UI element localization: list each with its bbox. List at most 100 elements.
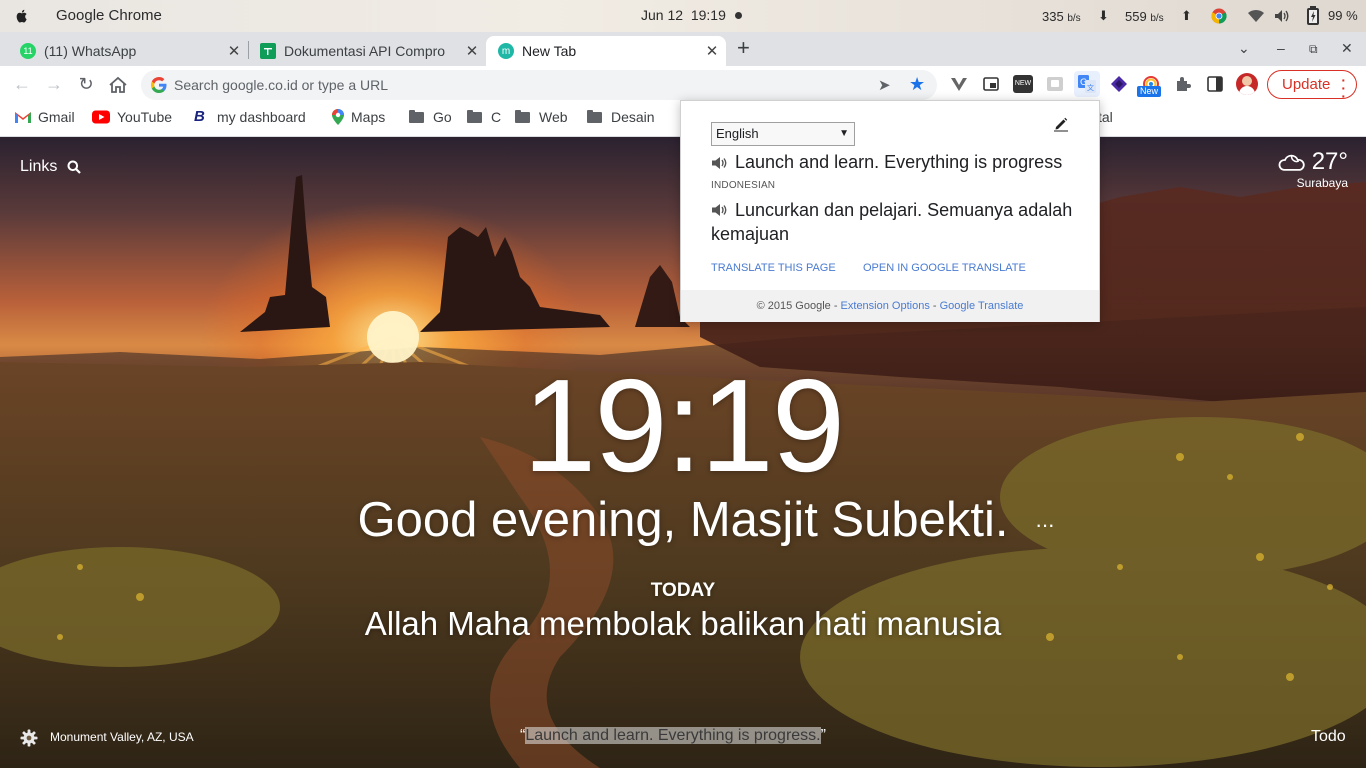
bookmark-label: YouTube [117,109,173,125]
weather-city: Surabaya [1296,176,1348,190]
gmail-icon [15,112,31,123]
tab-dokumentasi[interactable]: Dokumentasi API Compro ✕ [248,36,486,66]
tab-title: New Tab [522,43,577,59]
new-badge-extension-icon[interactable]: NEW [1013,75,1033,93]
new-tab-button[interactable]: + [737,37,750,59]
restore-button[interactable]: ⧉ [1309,42,1318,57]
gray-extension-icon[interactable] [1046,75,1064,93]
links-menu[interactable]: Links [20,158,82,176]
translate-this-page-link[interactable]: TRANSLATE THIS PAGE [711,262,836,274]
bookmark-folder-c[interactable]: C [467,109,501,125]
tab-new-tab[interactable]: m New Tab ✕ [486,36,726,66]
folder-icon [409,109,424,123]
folder-icon [515,109,530,123]
chrome-tray-icon[interactable] [1211,8,1227,24]
tab-whatsapp[interactable]: 11 (11) WhatsApp ✕ [8,36,248,66]
net-up-value: 335 [1042,9,1064,24]
greeting-text[interactable]: Good evening, Masjit Subekti. [0,492,1366,548]
speaker-icon[interactable] [711,155,729,171]
back-button[interactable]: ← [12,74,32,94]
system-date: Jun 12 [641,7,684,23]
bookmark-my-dashboard[interactable]: B my dashboard [194,109,306,125]
maps-icon [332,109,344,125]
close-window-button[interactable]: ✕ [1341,40,1353,57]
search-icon[interactable] [67,160,82,174]
source-text: Launch and learn. Everything is progress [735,152,1063,172]
daily-quote[interactable]: “Launch and learn. Everything is progres… [520,727,826,745]
volume-icon[interactable] [1274,9,1290,23]
picture-in-picture-icon[interactable] [982,75,1000,93]
minimize-button[interactable]: – [1277,40,1285,56]
speaker-icon[interactable] [711,202,729,218]
weather-widget[interactable]: 27° Surabaya [1278,148,1348,190]
bookmark-label: my dashboard [217,109,306,125]
system-clock[interactable]: Jun 12 19:19 [641,7,726,23]
tab-title: Dokumentasi API Compro [284,43,446,59]
todo-button[interactable]: Todo [1311,728,1346,746]
photo-location[interactable]: Monument Valley, AZ, USA [50,730,194,744]
browser-toolbar: ← → ↻ Search google.co.id or type a URL … [0,66,1366,103]
open-in-google-translate-link[interactable]: OPEN IN GOOGLE TRANSLATE [863,262,1026,274]
close-tab-icon[interactable]: ✕ [464,42,480,60]
bookmark-folder-go[interactable]: Go [409,109,452,125]
bookmark-label: Maps [351,109,386,125]
send-to-devices-icon[interactable]: ➤ [878,76,891,94]
bookmark-label: Gmail [38,109,75,125]
close-tab-icon[interactable]: ✕ [226,42,242,60]
whatsapp-icon: 11 [20,43,36,59]
quote-text-selected: Launch and learn. Everything is progress… [525,727,821,744]
address-bar[interactable]: Search google.co.id or type a URL ➤ ★ [141,70,937,100]
address-placeholder: Search google.co.id or type a URL [174,77,389,93]
net-up-unit: b/s [1067,13,1081,24]
translation-row: Luncurkan dan pelajari. Semuanya adalah … [711,198,1081,246]
profile-avatar[interactable] [1236,73,1258,95]
system-time: 19:19 [690,7,726,23]
google-g-icon [151,77,167,93]
extensions-puzzle-icon[interactable] [1174,75,1192,93]
wifi-icon[interactable] [1247,9,1265,23]
focus-text[interactable]: Allah Maha membolak balikan hati manusia [0,605,1366,643]
b-icon: B [194,108,205,125]
battery-icon[interactable] [1306,6,1320,26]
footer-copyright: © 2015 Google - [756,300,841,312]
home-button[interactable] [108,75,128,95]
apple-icon[interactable] [14,8,30,24]
kebab-menu-icon[interactable]: · · · [1341,73,1346,103]
edit-pencil-icon[interactable] [1053,116,1069,132]
tab-title: (11) WhatsApp [44,43,137,59]
forward-button[interactable]: → [44,74,64,94]
folder-icon [587,109,602,123]
greeting-more-icon[interactable]: ··· [1035,512,1055,538]
notification-dot [735,12,742,19]
folder-icon [467,109,482,123]
google-translate-extension-button[interactable]: G文 [1074,71,1100,97]
bookmark-folder-web[interactable]: Web [515,109,568,125]
extension-options-link[interactable]: Extension Options [841,300,930,312]
google-translate-popup: English ▼ Launch and learn. Everything i… [680,100,1100,322]
side-panel-icon[interactable] [1206,75,1224,93]
google-translate-link[interactable]: Google Translate [940,300,1024,312]
net-upload-speed: 335 b/s [1042,9,1081,24]
bookmark-gmail[interactable]: Gmail [15,109,75,125]
bookmark-folder-desain[interactable]: Desain [587,109,655,125]
sheets-icon [260,43,276,59]
close-tab-icon[interactable]: ✕ [704,42,720,60]
links-label: Links [20,158,58,175]
reload-button[interactable]: ↻ [76,74,96,94]
main-clock[interactable]: 19:19 [0,350,1366,501]
bookmark-label: Desain [611,109,655,125]
active-app-name[interactable]: Google Chrome [56,7,162,24]
bookmark-youtube[interactable]: YouTube [92,109,172,125]
tab-search-chevron-icon[interactable]: ⌄ [1238,40,1250,57]
bookmark-maps[interactable]: Maps [332,109,385,125]
bookmark-star-icon[interactable]: ★ [909,74,925,95]
vuejs-devtools-icon[interactable] [950,75,968,93]
colorful-extension-icon[interactable]: New [1137,75,1162,97]
source-language-select[interactable]: English ▼ [711,122,855,146]
settings-gear-icon[interactable] [20,729,38,747]
net-download-speed: 559 b/s [1125,9,1164,24]
bookmark-label: Web [539,109,568,125]
purple-diamond-extension-icon[interactable] [1110,75,1128,93]
bookmark-folder-partial[interactable]: tal [1098,109,1113,125]
update-chrome-button[interactable]: Update · · · [1267,70,1357,103]
